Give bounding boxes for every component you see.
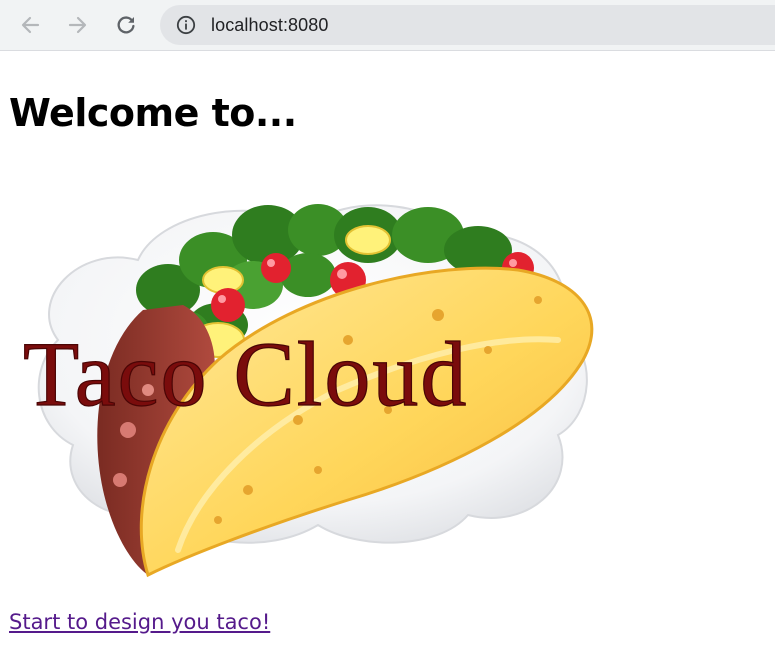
taco-cloud-logo: Taco Cloud [22,204,594,578]
forward-button[interactable] [61,8,95,42]
browser-toolbar: localhost:8080 [0,0,775,51]
design-taco-link[interactable]: Start to design you taco! [9,608,270,636]
url-text[interactable]: localhost:8080 [211,14,329,36]
address-bar[interactable]: localhost:8080 [160,5,775,45]
reload-icon [117,16,135,34]
arrow-left-icon [21,16,40,34]
back-button[interactable] [13,8,47,42]
page-title: Welcome to... [9,91,297,135]
reload-button[interactable] [109,8,143,42]
logo-text: Taco Cloud [23,323,468,425]
info-icon[interactable] [176,15,196,35]
arrow-right-icon [68,16,87,34]
